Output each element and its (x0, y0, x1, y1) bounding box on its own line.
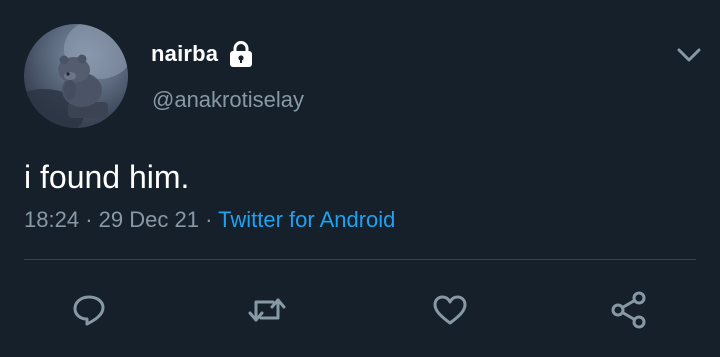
divider (24, 259, 696, 260)
reply-icon (71, 292, 107, 328)
share-button[interactable] (609, 290, 649, 330)
tweet-text: i found him. (24, 159, 190, 195)
author-name-row: nairba (151, 40, 256, 68)
tweet-meta: 18:24 · 29 Dec 21 · Twitter for Android (24, 207, 395, 233)
reply-button[interactable] (69, 290, 109, 330)
like-icon (431, 292, 469, 328)
like-button[interactable] (430, 290, 470, 330)
tweet-time: 18:24 (24, 207, 80, 232)
retweet-icon (247, 292, 287, 328)
avatar[interactable] (24, 24, 128, 128)
author-handle[interactable]: @anakrotiselay (152, 87, 304, 113)
tweet-source-link[interactable]: Twitter for Android (218, 207, 395, 232)
retweet-button[interactable] (247, 290, 287, 330)
share-icon (609, 290, 649, 330)
author-display-name[interactable]: nairba (151, 41, 218, 67)
action-bar (0, 290, 720, 330)
tweet: nairba @anakrotiselay i found him. 18:24… (0, 0, 720, 357)
meta-separator: · (85, 207, 93, 232)
tweet-date: 29 Dec 21 (98, 207, 199, 232)
meta-separator: · (205, 207, 213, 232)
chevron-down-icon[interactable] (674, 42, 704, 68)
lock-icon (226, 40, 256, 68)
